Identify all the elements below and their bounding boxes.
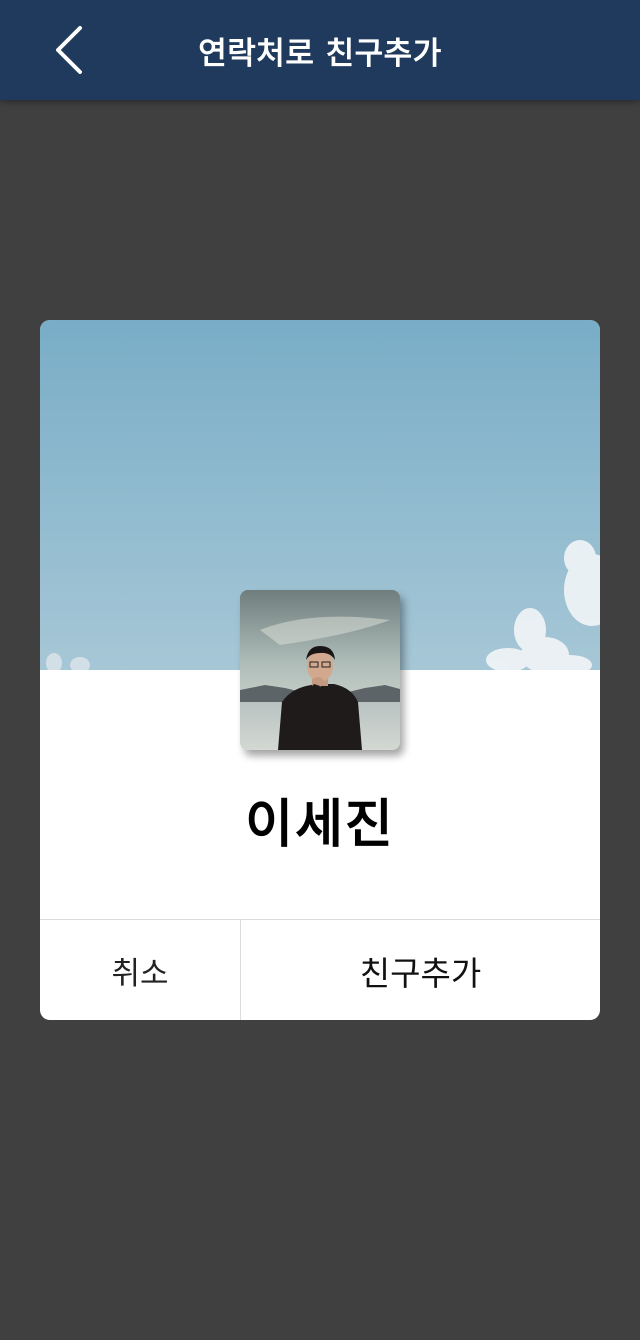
- friend-add-card: 이세진 취소 친구추가: [40, 320, 600, 1020]
- page-title: 연락처로 친구추가: [198, 36, 442, 72]
- top-app-bar: 연락처로 친구추가: [0, 0, 640, 100]
- avatar[interactable]: [240, 590, 400, 750]
- action-bar: 취소 친구추가: [40, 919, 600, 1020]
- profile-name: 이세진: [245, 795, 395, 855]
- cancel-button[interactable]: 취소: [40, 920, 241, 1020]
- add-friend-button[interactable]: 친구추가: [241, 920, 600, 1020]
